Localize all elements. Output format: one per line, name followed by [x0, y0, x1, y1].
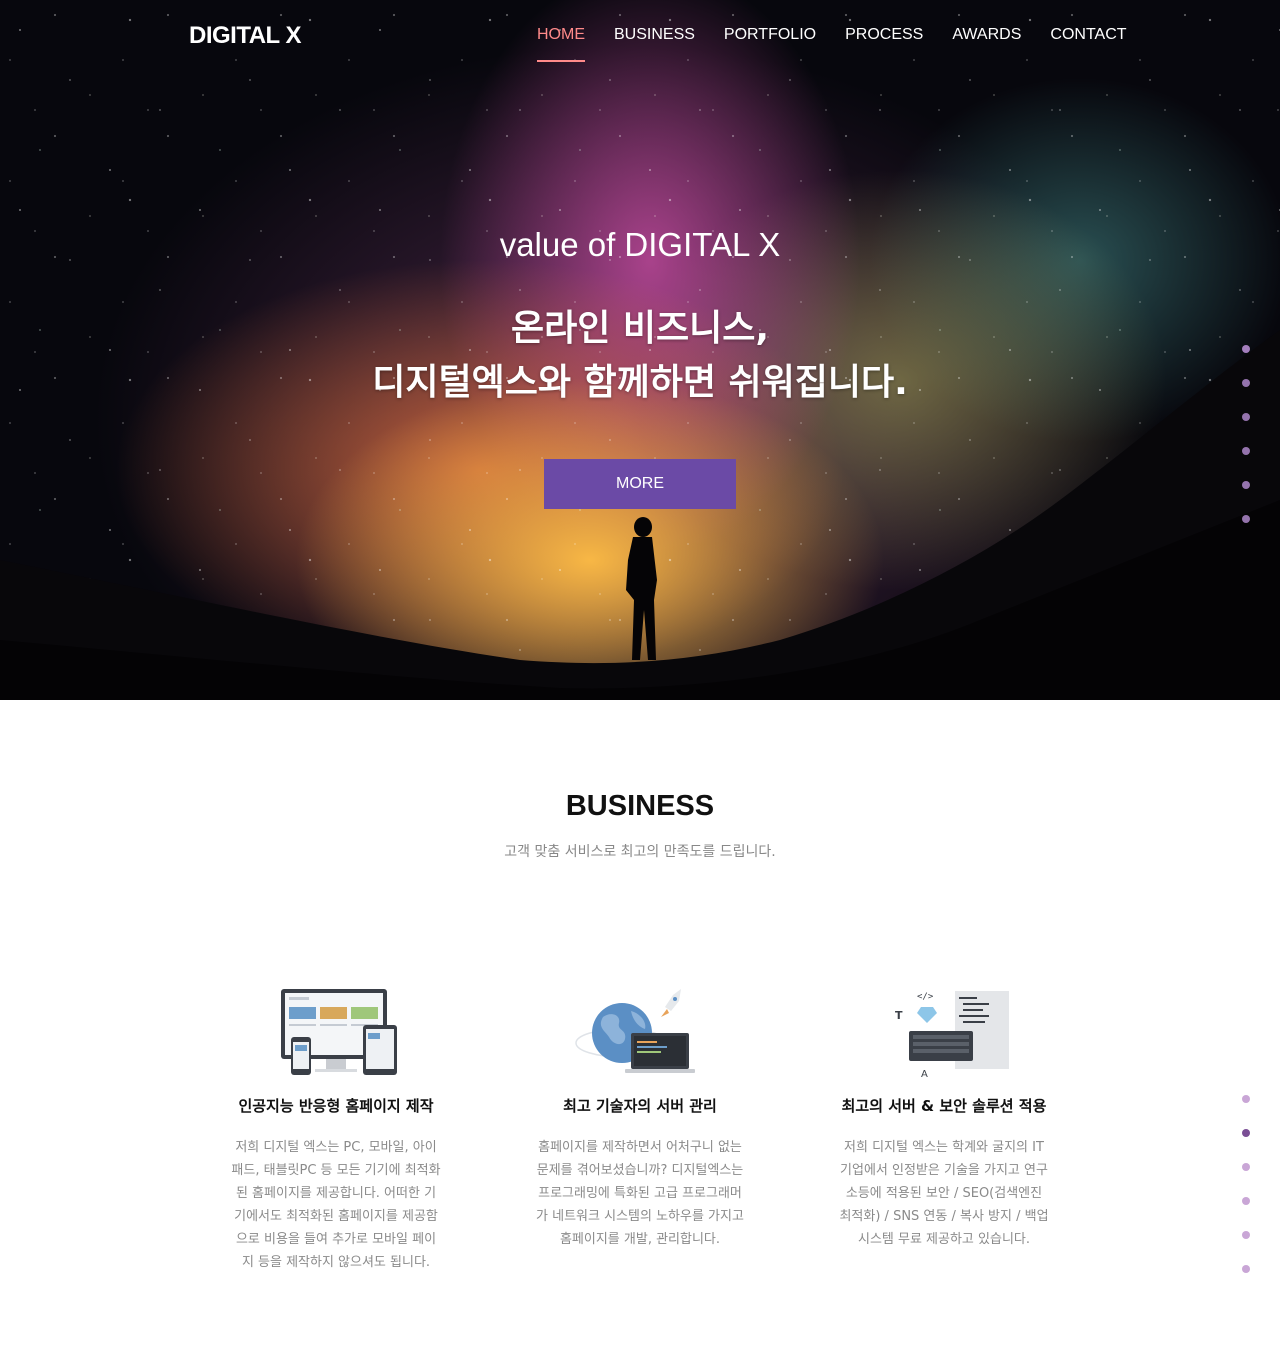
code-security-keyboard-icon: </> T A — [895, 991, 1009, 1080]
section-subtitle: 고객 맞춤 서비스로 최고의 만족도를 드립니다. — [504, 844, 776, 860]
nav-item-portfolio[interactable]: PORTFOLIO — [724, 26, 816, 44]
hero-subtitle: value of DIGITAL X — [499, 226, 781, 263]
responsive-devices-icon — [281, 989, 397, 1075]
main-nav: HOME BUSINESS PORTFOLIO PROCESS AWARDS C… — [537, 26, 1156, 62]
nav-item-contact[interactable]: CONTACT — [1050, 26, 1126, 44]
hero-title: 온라인 비즈니스, 디지털엑스와 함께하면 쉬워집니다. — [0, 302, 1280, 410]
pagination-dot[interactable] — [1242, 515, 1250, 523]
nav-item-awards[interactable]: AWARDS — [952, 26, 1021, 44]
pagination-dot[interactable] — [1242, 345, 1250, 353]
person-silhouette-image — [626, 517, 657, 660]
card-text: 저희 디지털 엑스는 PC, 모바일, 아이 패드, 태블릿PC 등 모든 기기… — [231, 1140, 441, 1270]
svg-text:A: A — [921, 1069, 928, 1080]
hero-title-line1: 온라인 비즈니스, — [510, 308, 770, 349]
hero-title-line2: 디지털엑스와 함께하면 쉬워집니다. — [372, 362, 908, 403]
pagination-dot[interactable] — [1242, 1197, 1250, 1205]
more-button[interactable]: MORE — [544, 459, 736, 509]
pagination-dot[interactable] — [1242, 1095, 1250, 1103]
section-title: BUSINESS — [565, 790, 715, 822]
globe-rocket-laptop-icon — [575, 989, 695, 1073]
svg-text:T: T — [895, 1009, 903, 1022]
card-title: 인공지능 반응형 홈페이지 제작 — [238, 1097, 434, 1115]
site-logo[interactable]: DIGITAL X — [189, 22, 301, 50]
pagination-dot[interactable] — [1242, 1129, 1250, 1137]
section-pagination-dots — [1242, 345, 1250, 523]
pagination-dot[interactable] — [1242, 1231, 1250, 1239]
business-card: </> T A 최고의 서버 & 보안 솔루션 적용 저희 디지털 엑스는 학계… — [829, 985, 1059, 1251]
card-title: 최고의 서버 & 보안 솔루션 적용 — [841, 1097, 1047, 1115]
nav-item-process[interactable]: PROCESS — [845, 26, 923, 44]
pagination-dot[interactable] — [1242, 379, 1250, 387]
business-card: 인공지능 반응형 홈페이지 제작 저희 디지털 엑스는 PC, 모바일, 아이 … — [221, 985, 451, 1274]
nav-item-business[interactable]: BUSINESS — [614, 26, 695, 44]
pagination-dot[interactable] — [1242, 1265, 1250, 1273]
pagination-dot[interactable] — [1242, 447, 1250, 455]
card-text: 저희 디지털 엑스는 학계와 굴지의 IT 기업에서 인정받은 기술을 가지고 … — [839, 1140, 1049, 1247]
nav-item-home[interactable]: HOME — [537, 26, 585, 62]
hero-section: DIGITAL X HOME BUSINESS PORTFOLIO PROCES… — [0, 0, 1280, 700]
svg-text:</>: </> — [917, 992, 934, 1002]
pagination-dot[interactable] — [1242, 481, 1250, 489]
pagination-dot[interactable] — [1242, 413, 1250, 421]
card-text: 홈페이지를 제작하면서 어처구니 없는 문제를 겪어보셨습니까? 디지털엑스는 … — [536, 1140, 744, 1247]
card-title: 최고 기술자의 서버 관리 — [563, 1097, 717, 1115]
business-card: 최고 기술자의 서버 관리 홈페이지를 제작하면서 어처구니 없는 문제를 겪어… — [525, 985, 755, 1251]
pagination-dot[interactable] — [1242, 1163, 1250, 1171]
section-pagination-dots — [1242, 1095, 1250, 1273]
